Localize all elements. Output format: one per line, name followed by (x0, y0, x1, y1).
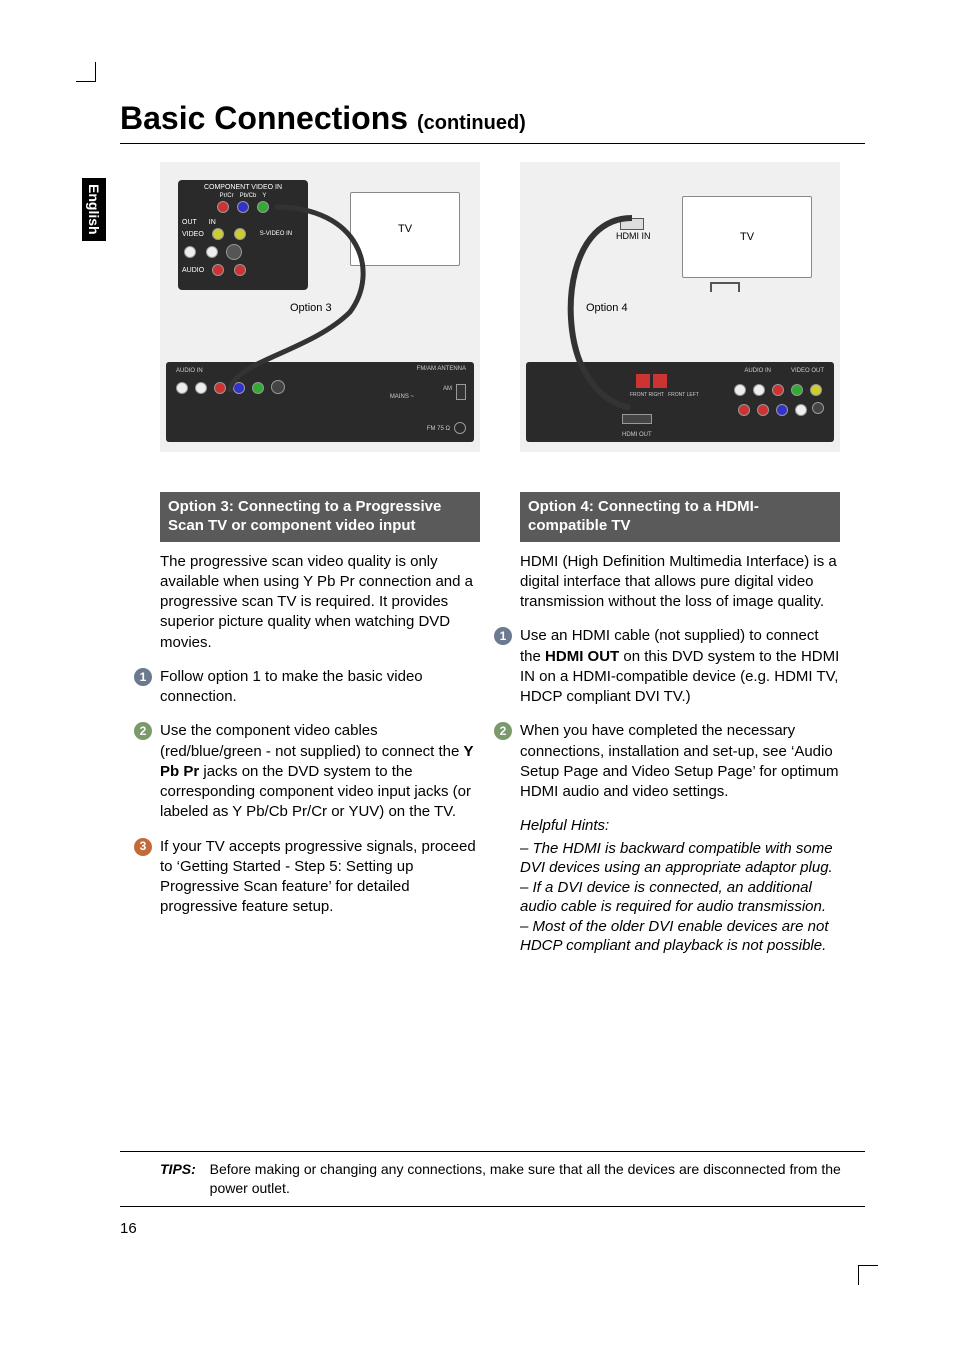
left-column: Option 3: Connecting to a Progressive Sc… (160, 492, 480, 970)
dvd-rear-panel-3: AUDIO IN MAINS ~ FM/AM ANTENNA AM FM 75 … (166, 362, 474, 442)
title-rule (120, 143, 865, 144)
rear-am: AM (443, 386, 452, 392)
option4-step-1: 1Use an HDMI cable (not supplied) to con… (520, 626, 840, 707)
svideo-label: S-VIDEO IN (260, 231, 292, 237)
ypbpr-bold: Y Pb Pr (160, 743, 473, 780)
tv-icon: TV (350, 192, 460, 266)
hdmi-in-port (620, 218, 644, 230)
option3-step-3: 3If your TV accepts progressive signals,… (160, 837, 480, 918)
page-title: Basic Connections (continued) (120, 100, 865, 137)
option3-step-3-text: If your TV accepts progressive signals, … (160, 838, 476, 916)
pr-label: Pr/Cr (220, 193, 234, 199)
step-badge-2: 2 (134, 722, 152, 740)
tips-box: TIPS: Before making or changing any conn… (120, 1151, 865, 1207)
right-column: Option 4: Connecting to a HDMI-compatibl… (520, 492, 840, 970)
option3-header: Option 3: Connecting to a Progressive Sc… (160, 492, 480, 542)
rear-mains: MAINS ~ (390, 394, 414, 400)
page-number: 16 (120, 1220, 137, 1237)
rear-videoout-4: VIDEO OUT (791, 368, 824, 374)
hdmi-in-label: HDMI IN (616, 232, 651, 241)
pb-label: Pb/Cb (240, 193, 257, 199)
rear-ant: FM/AM ANTENNA (417, 366, 466, 372)
option4-step-2: 2When you have completed the necessary c… (520, 721, 840, 802)
option3-label: Option 3 (290, 302, 332, 314)
hint-2: – If a DVI device is connected, an addit… (520, 878, 840, 917)
tv-label-4: TV (740, 231, 754, 243)
tv-back-panel: COMPONENT VIDEO IN Pr/Cr Pb/Cb Y OUT IN … (178, 180, 308, 290)
option4-intro: HDMI (High Definition Multimedia Interfa… (520, 552, 840, 613)
hint-3: – Most of the older DVI enable devices a… (520, 917, 840, 956)
option4-step-1-text: Use an HDMI cable (not supplied) to conn… (520, 627, 839, 705)
option3-step-1: 1Follow option 1 to make the basic video… (160, 667, 480, 708)
option3-step-2-text: Use the component video cables (red/blue… (160, 722, 473, 820)
hdmi-out-label: HDMI OUT (622, 432, 652, 438)
tv-label: TV (398, 223, 412, 235)
crop-mark-bottom-right (858, 1265, 878, 1285)
front-left-label: FRONT LEFT (668, 392, 699, 398)
tips-body: Before making or changing any connection… (210, 1160, 850, 1198)
step-badge-2b: 2 (494, 722, 512, 740)
option4-header: Option 4: Connecting to a HDMI-compatibl… (520, 492, 840, 542)
title-continued: (continued) (417, 112, 526, 134)
tv-icon-4: TV (682, 196, 812, 278)
step-badge-1b: 1 (494, 627, 512, 645)
hdmiout-bold: HDMI OUT (545, 648, 619, 665)
hints-label: Helpful Hints: (520, 816, 840, 836)
crop-mark-top-left (76, 62, 96, 82)
front-right-label: FRONT RIGHT (630, 392, 664, 398)
figure-option-4: TV HDMI IN Option 4 FRONT RIGHT FRONT LE… (520, 162, 840, 452)
in-label: IN (209, 219, 216, 226)
option4-step-2-text: When you have completed the necessary co… (520, 722, 839, 800)
component-label: COMPONENT VIDEO IN (182, 184, 304, 191)
y-label: Y (262, 193, 266, 199)
step-badge-1: 1 (134, 668, 152, 686)
out-label: OUT (182, 219, 197, 226)
dvd-rear-panel-4: FRONT RIGHT FRONT LEFT HDMI OUT AUDIO IN… (526, 362, 834, 442)
video-label: VIDEO (182, 231, 204, 238)
language-tab: English (82, 178, 106, 241)
audio-label: AUDIO (182, 267, 204, 274)
rear-audioin-4: AUDIO IN (744, 368, 771, 374)
figure-option-3: COMPONENT VIDEO IN Pr/Cr Pb/Cb Y OUT IN … (160, 162, 480, 452)
option3-step-2: 2Use the component video cables (red/blu… (160, 721, 480, 822)
tips-label: TIPS: (160, 1161, 196, 1177)
hint-1: – The HDMI is backward compatible with s… (520, 839, 840, 878)
title-main: Basic Connections (120, 100, 408, 136)
option4-label: Option 4 (586, 302, 628, 314)
rear-audioin: AUDIO IN (176, 368, 203, 374)
tv-stand-icon (710, 282, 740, 292)
option3-intro: The progressive scan video quality is on… (160, 552, 480, 653)
step-badge-3: 3 (134, 838, 152, 856)
option3-step-1-text: Follow option 1 to make the basic video … (160, 668, 423, 705)
rear-fm: FM 75 Ω (427, 426, 450, 432)
